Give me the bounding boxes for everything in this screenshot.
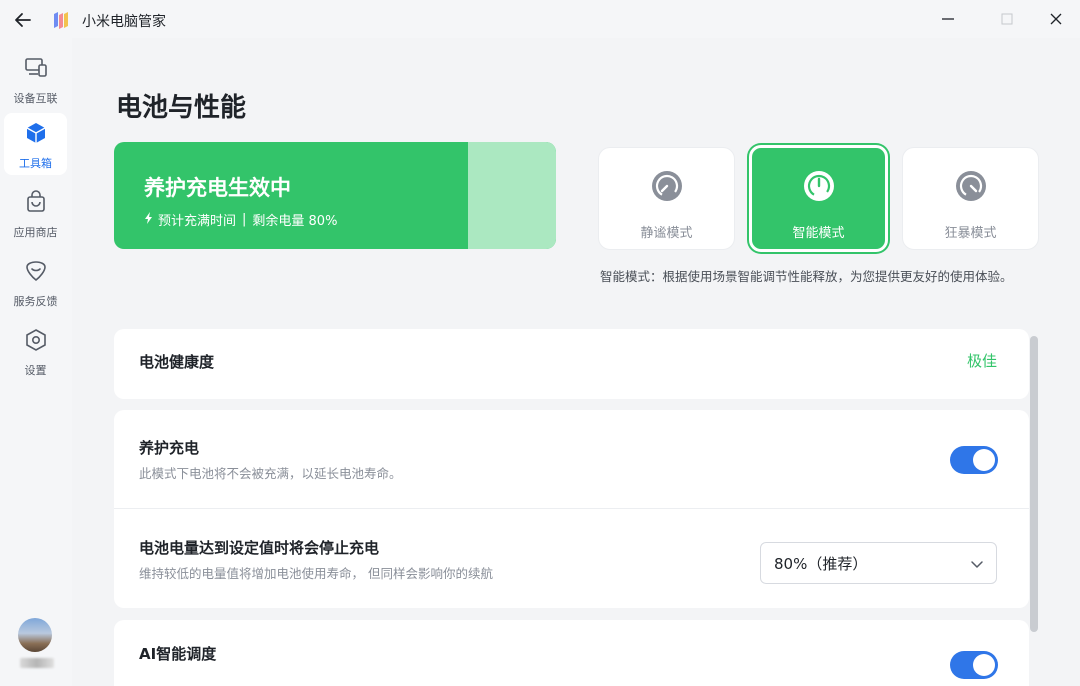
remaining-battery-label: 剩余电量 80% (252, 214, 338, 229)
cube-icon (24, 121, 48, 149)
charge-limit-title: 电池电量达到设定值时将会停止充电 (139, 539, 380, 557)
separator: | (242, 212, 247, 227)
divider (114, 508, 1029, 509)
sidebar-item-settings[interactable]: 设置 (4, 320, 67, 382)
minimize-icon[interactable] (936, 8, 960, 30)
title-bar: 小米电脑管家 (0, 0, 1080, 38)
mode-label: 狂暴模式 (944, 226, 997, 241)
ai-scheduling-card: AI智能调度 (114, 620, 1029, 686)
charge-limit-selected: 80%（推荐） (774, 555, 868, 573)
mode-card-extreme[interactable]: 狂暴模式 (902, 147, 1039, 250)
toggle-knob (973, 449, 995, 471)
devices-icon (24, 56, 48, 84)
gauge-mid-icon (803, 170, 835, 206)
charging-settings-card: 养护充电 此模式下电池将不会被充满，以延长电池寿命。 电池电量达到设定值时将会停… (114, 410, 1029, 608)
sidebar-item-label: 设备互联 (13, 92, 58, 105)
mode-card-quiet[interactable]: 静谧模式 (598, 147, 735, 250)
banner-subtitle: 预计充满时间 | 剩余电量 80% (144, 210, 337, 229)
lightning-icon (144, 212, 154, 227)
care-charging-title: 养护充电 (139, 439, 200, 457)
estimated-full-time-label: 预计充满时间 (158, 214, 237, 229)
app-logo-icon (52, 11, 70, 29)
sidebar: 设备互联 工具箱 应用商店 服务反馈 设置 (0, 38, 72, 686)
shopping-bag-icon (24, 190, 48, 218)
sidebar-item-feedback[interactable]: 服务反馈 (4, 251, 67, 313)
mode-label: 智能模式 (792, 226, 845, 241)
charge-limit-subtitle: 维持较低的电量值将增加电池使用寿命， 但同样会影响你的续航 (139, 566, 493, 581)
sidebar-item-label: 工具箱 (19, 157, 52, 170)
settings-icon (24, 328, 48, 356)
gauge-high-icon (955, 170, 987, 206)
battery-health-value: 极佳 (966, 352, 997, 370)
banner-title: 养护充电生效中 (144, 176, 291, 200)
sidebar-item-label: 设置 (24, 364, 47, 377)
mode-card-smart[interactable]: 智能模式 (749, 145, 888, 252)
sidebar-item-app-store[interactable]: 应用商店 (4, 182, 67, 244)
battery-health-label: 电池健康度 (139, 353, 215, 371)
app-title: 小米电脑管家 (82, 14, 166, 30)
chevron-down-icon (970, 556, 984, 575)
mode-label: 静谧模式 (640, 226, 693, 241)
main-panel: 电池与性能 养护充电生效中 预计充满时间 | 剩余电量 80% 静谧模式 智能模… (72, 43, 1080, 686)
mode-description: 智能模式：根据使用场景智能调节性能释放，为您提供更友好的使用体验。 (600, 269, 1013, 284)
close-icon[interactable] (1044, 8, 1068, 30)
gauge-low-icon (651, 170, 683, 206)
maximize-icon[interactable] (995, 8, 1019, 30)
care-charging-toggle[interactable] (950, 446, 998, 474)
charging-status-banner: 养护充电生效中 预计充满时间 | 剩余电量 80% (114, 142, 556, 249)
account-name-blurred (20, 658, 54, 668)
charge-limit-select[interactable]: 80%（推荐） (760, 542, 997, 584)
arrow-left-icon[interactable] (12, 9, 34, 31)
scrollbar[interactable] (1030, 336, 1038, 632)
sidebar-item-label: 应用商店 (13, 226, 58, 239)
sidebar-item-devices[interactable]: 设备互联 (4, 48, 67, 110)
toggle-knob (973, 654, 995, 676)
feedback-icon (24, 259, 48, 287)
ai-scheduling-title: AI智能调度 (139, 645, 217, 663)
avatar[interactable] (18, 618, 52, 652)
page-title: 电池与性能 (116, 93, 247, 123)
sidebar-item-label: 服务反馈 (13, 295, 58, 308)
sidebar-item-toolbox[interactable]: 工具箱 (4, 113, 67, 175)
battery-level-fill (467, 142, 556, 249)
battery-health-card: 电池健康度 极佳 (114, 329, 1029, 399)
ai-scheduling-toggle[interactable] (950, 651, 998, 679)
care-charging-subtitle: 此模式下电池将不会被充满，以延长电池寿命。 (139, 466, 402, 481)
